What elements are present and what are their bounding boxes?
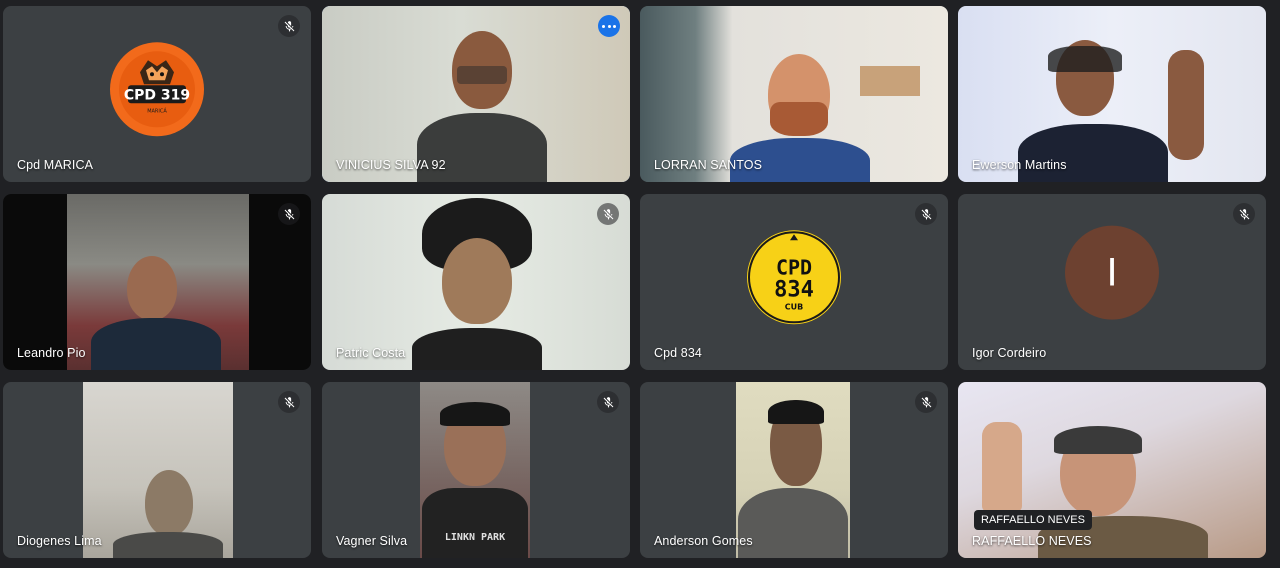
more-options-icon[interactable] xyxy=(598,15,620,37)
participant-name: Cpd 834 xyxy=(654,346,702,360)
svg-text:CPD 319: CPD 319 xyxy=(124,87,190,103)
mic-off-icon xyxy=(278,203,300,225)
participant-name: VINICIUS SILVA 92 xyxy=(336,158,446,172)
participant-name: RAFFAELLO NEVES xyxy=(972,534,1092,548)
mic-off-icon xyxy=(915,203,937,225)
participant-tile-cpd-834[interactable]: CPD 834 CUB Cpd 834 xyxy=(640,194,948,370)
participant-name: Cpd MARICA xyxy=(17,158,94,172)
participant-tile-raffaello-neves[interactable]: RAFFAELLO NEVES RAFFAELLO NEVES xyxy=(958,382,1266,558)
cpd-319-logo: CPD 319 MARICÁ xyxy=(110,42,204,137)
participant-tile-ewerson-martins[interactable]: Ewerson Martins xyxy=(958,6,1266,182)
svg-text:MARICÁ: MARICÁ xyxy=(147,107,167,114)
participant-name: LORRAN SANTOS xyxy=(654,158,763,172)
participant-name: Anderson Gomes xyxy=(654,534,753,548)
participant-tile-anderson-gomes[interactable]: Anderson Gomes xyxy=(640,382,948,558)
participant-video-person xyxy=(402,198,552,370)
mic-off-icon xyxy=(597,203,619,225)
participant-video-person xyxy=(91,256,221,370)
name-tooltip: RAFFAELLO NEVES xyxy=(974,510,1092,530)
participant-tile-cpd-marica[interactable]: CPD 319 MARICÁ Cpd MARICA xyxy=(3,6,311,182)
shirt-text: LINKN PARK xyxy=(444,532,506,543)
cpd-834-logo: CPD 834 CUB xyxy=(747,230,841,325)
mic-off-icon xyxy=(1233,203,1255,225)
participant-video-person xyxy=(738,400,848,558)
participant-tile-leandro-pio[interactable]: Leandro Pio xyxy=(3,194,311,370)
participant-name: Ewerson Martins xyxy=(972,158,1067,172)
svg-text:CPD: CPD xyxy=(776,255,812,279)
participant-name: Igor Cordeiro xyxy=(972,346,1047,360)
mic-off-icon xyxy=(278,391,300,413)
participant-name: Diogenes Lima xyxy=(17,534,102,548)
participant-tile-vagner-silva[interactable]: LINKN PARK Vagner Silva xyxy=(322,382,630,558)
participant-video-person xyxy=(113,470,223,558)
mic-off-icon xyxy=(597,391,619,413)
participant-tile-lorran-santos[interactable]: LORRAN SANTOS xyxy=(640,6,948,182)
participant-name: Leandro Pio xyxy=(17,346,86,360)
participant-tile-igor-cordeiro[interactable]: I Igor Cordeiro xyxy=(958,194,1266,370)
participant-video-person: LINKN PARK xyxy=(422,402,528,558)
participant-name: Patric Costa xyxy=(336,346,406,360)
mic-off-icon xyxy=(278,15,300,37)
peace-sign-hand xyxy=(982,422,1022,512)
svg-text:834: 834 xyxy=(774,277,814,302)
svg-text:CUB: CUB xyxy=(785,302,803,311)
participant-tile-vinicius-silva[interactable]: VINICIUS SILVA 92 xyxy=(322,6,630,182)
participant-name: Vagner Silva xyxy=(336,534,408,548)
participant-tile-diogenes-lima[interactable]: Diogenes Lima xyxy=(3,382,311,558)
avatar: I xyxy=(1065,225,1159,320)
mic-off-icon xyxy=(915,391,937,413)
participant-tile-patric-costa[interactable]: Patric Costa xyxy=(322,194,630,370)
